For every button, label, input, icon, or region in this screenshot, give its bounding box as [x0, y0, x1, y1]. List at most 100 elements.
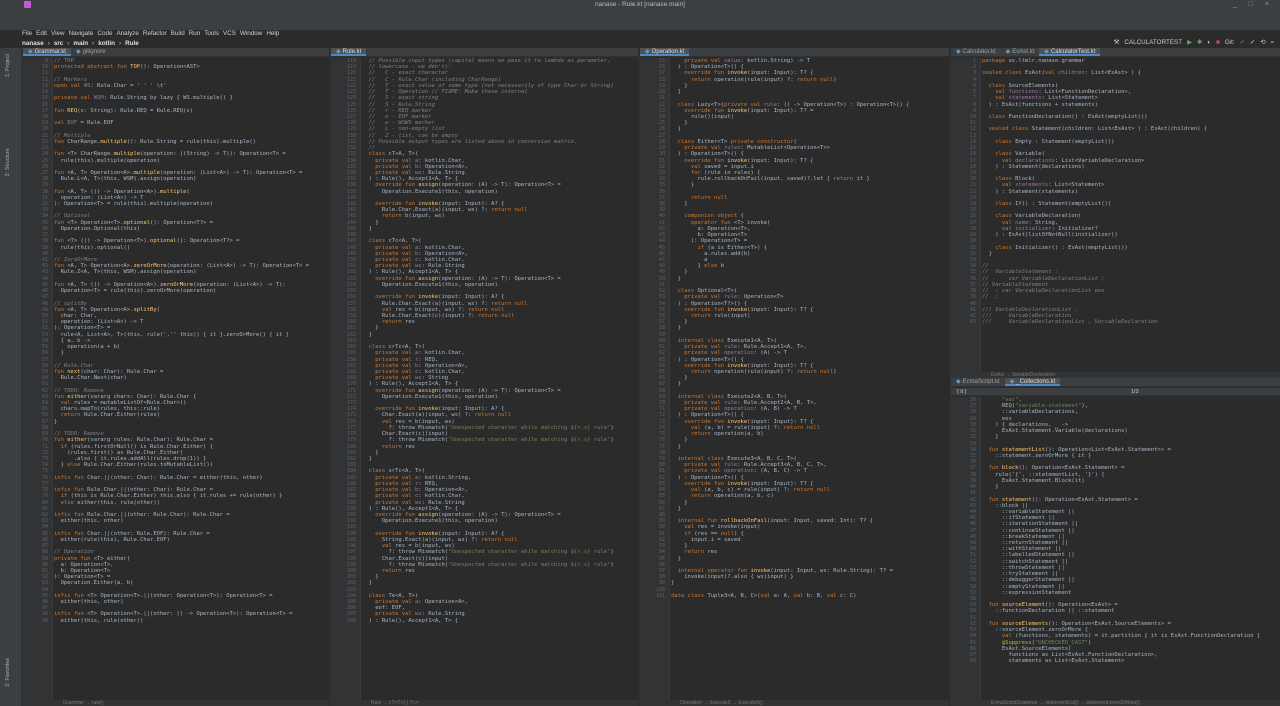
code-token: ws	[414, 375, 422, 382]
code-token: : Initializer?	[1051, 225, 1098, 232]
menu-file[interactable]: File	[22, 29, 32, 38]
menu-code[interactable]: Code	[97, 29, 112, 38]
code-token: // : var VariableDeclarationList eos	[982, 288, 1105, 295]
menu-run[interactable]: Run	[189, 29, 201, 38]
code-token: statements	[1015, 182, 1049, 189]
line-number-gutter[interactable]: 9 10 11 12 13 14 15 16 17 18 19 20 21 22 23 24 25 26 27 28 2…	[23, 58, 53, 700]
menu-refactor[interactable]: Refactor	[143, 29, 167, 38]
editor-tab[interactable]: ◆ EcmaScript.kt	[951, 378, 1005, 386]
code-token: : Rule.String	[421, 169, 465, 176]
menu-tools[interactable]: Tools	[204, 29, 219, 38]
line-number-gutter[interactable]: 118 119 120 121 122 123 124 125 126 127 128 129 130 1…	[331, 58, 361, 700]
code-token: : Rule.String	[421, 499, 465, 506]
line-number-gutter[interactable]: 1 2 3 4 5 6 7 8 9 10 11 12 13 14 15 16 17 18 19 20 21 22 23 24 2…	[951, 58, 981, 372]
code-token: }	[671, 82, 688, 89]
debug-icon[interactable]: ✱	[1197, 38, 1202, 48]
code-area[interactable]: "var", REQ("variable-statement"), ::vari…	[982, 397, 1280, 700]
window-controls[interactable]: _ □ ×	[1233, 0, 1274, 10]
breadcrumb-item[interactable]: kotlin	[98, 39, 115, 48]
editor-tab[interactable]: ◆ Grammar.kt	[23, 48, 71, 56]
code-area[interactable]: // Possible input types (capital means w…	[362, 58, 638, 700]
code-token: <T> invoke(	[733, 219, 771, 226]
breadcrumb-item[interactable]: Rule	[125, 39, 139, 48]
coverage-icon[interactable]: ◐	[1207, 38, 1211, 48]
history-icon[interactable]: ⟲	[1260, 38, 1265, 48]
breadcrumb-item[interactable]: src	[54, 39, 63, 48]
hammer-icon[interactable]: ⚒	[1114, 38, 1120, 48]
breadcrumb-status[interactable]: Grammar → rule()	[23, 700, 329, 706]
code-token: if	[54, 443, 71, 450]
code-token: val	[362, 418, 396, 425]
search-icon[interactable]: ⌕	[1270, 38, 1274, 48]
code-token: b: Operation<T>	[671, 232, 748, 239]
structure-tool-tab[interactable]: 2: Structure	[5, 148, 11, 176]
code-token: <A, T> (() -> Operation<A>).	[67, 281, 160, 288]
code-token: ws	[414, 263, 422, 270]
code-token: ) : Operation<T>() {	[671, 412, 744, 419]
breadcrumb-item[interactable]: main	[73, 39, 88, 48]
code-token: : Rule.Accept3<A, B, C, T>,	[737, 462, 827, 469]
code-token: ): Operation<T> = rule(this).multiple(op…	[54, 201, 213, 208]
code-token: res	[405, 443, 415, 450]
breadcrumb-status[interactable]: EcmaScriptGrammar → statementList() → st…	[951, 700, 1280, 706]
menu-navigate[interactable]: Navigate	[69, 29, 94, 38]
git-update-icon[interactable]: ✓	[1240, 38, 1245, 48]
code-token: (): Operation<EsAst.Statement> =	[1018, 465, 1125, 472]
editor-tab[interactable]: ◆ CalculatorTest.kt	[1039, 48, 1101, 56]
code-token: ): Operation<T> =	[54, 574, 111, 581]
run-icon[interactable]: ▶	[1187, 38, 1192, 48]
menu-analyze[interactable]: Analyze	[116, 29, 138, 38]
favorites-tool-tab[interactable]: 2: Favorites	[5, 658, 11, 687]
kotlin-file-icon: ◆	[645, 49, 650, 55]
code-token: : (A, B, C) -> T	[753, 468, 807, 475]
editor-tab[interactable]: ◆ Calculator.kt	[951, 48, 1001, 56]
code-token: ::switchStatement ||	[982, 558, 1069, 565]
stop-icon[interactable]: ■	[1216, 38, 1220, 48]
git-commit-icon[interactable]: ✓	[1250, 38, 1255, 48]
code-token: val	[982, 157, 1016, 164]
menu-view[interactable]: View	[51, 29, 65, 38]
run-config-select[interactable]: CALCULATORTEST	[1124, 38, 1182, 48]
editor-pane: ◆ Operation.kt 15 16 17 18 19 20 21 22 23 24 25 26 27 2…	[639, 48, 949, 706]
menu-build[interactable]: Build	[171, 29, 185, 38]
kotlin-file-icon: ◆	[1009, 379, 1015, 385]
menu-vcs[interactable]: VCS	[223, 29, 236, 38]
code-token: // Operation	[54, 549, 94, 556]
code-token: "UNCHECKED_CAST"	[1034, 639, 1088, 646]
code-token: private val	[362, 375, 415, 382]
code-area[interactable]: private val value: kotlin.String) -> T )…	[671, 58, 949, 700]
code-token: statementList	[1001, 446, 1045, 453]
code-token: : List<FunctionDeclaration>,	[1038, 89, 1132, 96]
breadcrumb-status[interactable]: Operation → Execute3 → Execute3()	[640, 700, 949, 706]
menu-edit[interactable]: Edit	[36, 29, 47, 38]
code-area[interactable]: // TOP protected abstract fun TOP(): Oper…	[54, 58, 329, 700]
menu-help[interactable]: Help	[266, 29, 279, 38]
line-number-gutter[interactable]: 26 27 28 29 30 31 32 33 34 35 36 37 38 39 40 41 42 43 44 45…	[951, 397, 981, 700]
code-token: (res ==	[694, 530, 721, 537]
code-token: (input: Input): T? {	[747, 362, 814, 369]
code-token: return null	[481, 536, 518, 543]
breadcrumb-status[interactable]: Rule → cT<T>(.) T<>	[331, 700, 638, 706]
code-token: Rule.Char.Next(char)	[54, 375, 127, 382]
code-token: internal operator fun	[671, 567, 751, 574]
code-token: class	[362, 468, 389, 475]
menu-window[interactable]: Window	[240, 29, 262, 38]
code-token: ::sourceElement.zeroOrMore {	[982, 627, 1088, 634]
editor-tab[interactable]: ◆ Operation.kt	[640, 48, 690, 56]
editor-tab[interactable]: ◆ _Collections.kt	[1004, 378, 1061, 386]
editor-tab[interactable]: ◆ EsAst.kt	[1001, 48, 1040, 56]
editor-tab[interactable]: ◆ Rule.kt	[331, 48, 367, 56]
breadcrumb-item[interactable]: nanase	[22, 39, 44, 48]
editor-tab[interactable]: ◆ gitignore	[71, 48, 111, 56]
code-area[interactable]: package us.ltmlr.nanase.grammar sealed cl…	[982, 58, 1280, 372]
code-token: infix fun	[54, 474, 88, 481]
code-token: multiple	[133, 169, 160, 176]
project-tool-tab[interactable]: 1: Project	[5, 54, 11, 77]
code-token: fun	[54, 219, 68, 226]
line-number-gutter[interactable]: 15 16 17 18 19 20 21 22 23 24 25 26 27 28 29 30 31 32 33 34…	[640, 58, 670, 700]
code-token: : kotlin.Char,	[418, 493, 465, 500]
code-token: (): Operation<T?> =	[150, 219, 213, 226]
code-token: private val	[362, 487, 415, 494]
code-token: return	[671, 312, 715, 319]
find-input[interactable]: { it }	[957, 389, 966, 395]
